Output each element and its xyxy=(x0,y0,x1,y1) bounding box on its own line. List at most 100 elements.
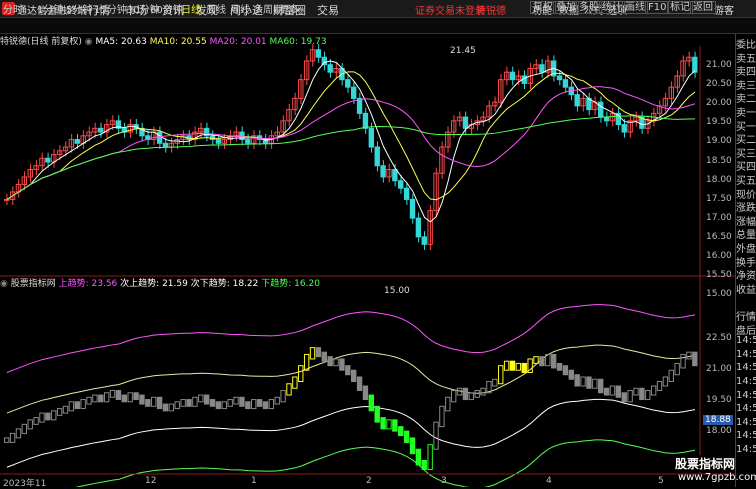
date-axis-label: 2 xyxy=(366,476,372,486)
menu-guest[interactable]: 游客 xyxy=(714,2,734,17)
indicator-bar xyxy=(215,401,222,410)
period-1min[interactable]: 1分钟 xyxy=(37,1,63,16)
indicator-axis-label: 19.50 xyxy=(706,395,732,405)
candlestick xyxy=(409,198,416,219)
indicator-bar xyxy=(421,459,427,470)
indicator-bar xyxy=(686,351,692,360)
high-annotation: 21.45 xyxy=(450,46,476,56)
period-weekly[interactable]: 周线 xyxy=(206,1,226,16)
candlestick xyxy=(574,94,580,107)
candlestick xyxy=(562,79,569,88)
indicator-bar xyxy=(156,396,163,410)
indicator-bar xyxy=(39,412,45,423)
indicator-axis-label: 21.00 xyxy=(706,364,732,374)
indicator-bar xyxy=(98,394,104,403)
indicator-bar xyxy=(127,392,133,403)
price-axis-label: 15.50 xyxy=(706,270,732,281)
indicator-bar xyxy=(574,374,580,387)
indicator-bar xyxy=(9,432,16,443)
candlestick xyxy=(462,116,469,129)
indicator-bar xyxy=(268,399,275,410)
period-monthly[interactable]: 月线 xyxy=(230,1,250,16)
indicator-bar xyxy=(192,396,198,407)
period-5min[interactable]: 5分钟 xyxy=(66,1,92,16)
f10-button[interactable]: F10 xyxy=(645,1,670,14)
price-axis-label: 18.00 xyxy=(706,174,732,185)
indicator-bar xyxy=(209,399,216,407)
trend-band xyxy=(6,304,696,373)
price-axis-label: 17.50 xyxy=(706,193,732,204)
indicator-bar xyxy=(21,423,28,434)
indicator-bar xyxy=(386,419,392,430)
indicator-bar xyxy=(427,444,433,470)
indicator-bar xyxy=(598,378,604,394)
indicator-bar xyxy=(151,396,157,407)
indicator-bar xyxy=(550,353,557,369)
indicator-bar xyxy=(539,356,545,367)
price-axis-label: 20.50 xyxy=(706,79,732,90)
candlestick xyxy=(327,64,333,73)
quote-panel-label: 14:56 xyxy=(736,335,756,347)
indicator-bar xyxy=(92,394,98,403)
period-15min[interactable]: 15分钟 xyxy=(94,1,127,16)
candlestick xyxy=(392,168,398,182)
candlestick xyxy=(368,127,375,148)
indicator-bar xyxy=(568,369,574,380)
indicator-bar xyxy=(86,396,92,405)
indicator-bar xyxy=(33,417,39,425)
indicator-bar xyxy=(339,358,345,371)
candlestick xyxy=(245,139,251,144)
indicator-bar xyxy=(592,378,598,389)
indicator-panel xyxy=(4,304,698,487)
indicator-bar xyxy=(450,390,457,403)
indicator-bar xyxy=(398,426,404,437)
indicator-bar xyxy=(380,417,386,430)
indicator-bar xyxy=(251,399,257,410)
date-axis-label: 5 xyxy=(658,476,664,486)
indicator-bar xyxy=(227,399,233,407)
indicator-bar xyxy=(168,403,175,412)
kline-chart[interactable] xyxy=(0,34,735,487)
indicator-bar xyxy=(274,396,280,405)
watermark-url: www.7gpzb.com xyxy=(678,472,756,483)
indicator-bar xyxy=(656,381,663,392)
period-60min[interactable]: 60分钟 xyxy=(150,1,183,16)
period-intraday[interactable]: 分时 xyxy=(3,1,23,16)
indicator-bar xyxy=(615,385,622,398)
indicator-bar xyxy=(68,401,75,412)
indicator-bar xyxy=(286,383,292,396)
indicator-bar xyxy=(474,390,480,398)
indicator-bar xyxy=(298,365,304,382)
quote-panel-label: 14:56 xyxy=(736,362,756,374)
candlestick xyxy=(162,142,169,148)
price-axis-label: 20.00 xyxy=(706,98,732,109)
quote-panel-label: 14:56 xyxy=(736,430,756,442)
trend-band xyxy=(74,439,696,487)
quote-panel-label: 收益 xyxy=(736,284,756,296)
indicator-bar xyxy=(74,401,80,410)
candlestick xyxy=(345,79,351,88)
indicator-bar xyxy=(80,399,86,410)
quote-panel-label: 14:56 xyxy=(736,376,756,387)
indicator-bar xyxy=(362,385,369,401)
indicator-bar xyxy=(645,390,651,401)
quote-panel-label: 14:56 xyxy=(736,416,756,428)
period-more[interactable]: 更多 xyxy=(279,1,299,16)
period-daily[interactable]: 日线 xyxy=(181,1,201,16)
indicator-bar xyxy=(198,394,204,403)
date-axis-label: 12 xyxy=(145,476,157,486)
indicator-bar xyxy=(233,396,239,405)
indicator-bar xyxy=(556,362,563,371)
indicator-bar xyxy=(403,430,410,443)
indicator-bar xyxy=(15,428,22,439)
indicator-bar xyxy=(433,421,439,450)
quote-panel-label: 14:56 xyxy=(736,444,756,455)
menu-trade[interactable]: 交易 xyxy=(317,2,339,18)
indicator-bar xyxy=(674,362,680,376)
indicator-bar xyxy=(327,356,333,367)
indicator-bar xyxy=(609,385,616,396)
login-notice[interactable]: 证券交易未登录 xyxy=(415,2,485,17)
indicator-bar xyxy=(145,399,151,407)
back-button[interactable]: 返回 xyxy=(690,1,716,14)
indicator-bar xyxy=(521,362,527,373)
